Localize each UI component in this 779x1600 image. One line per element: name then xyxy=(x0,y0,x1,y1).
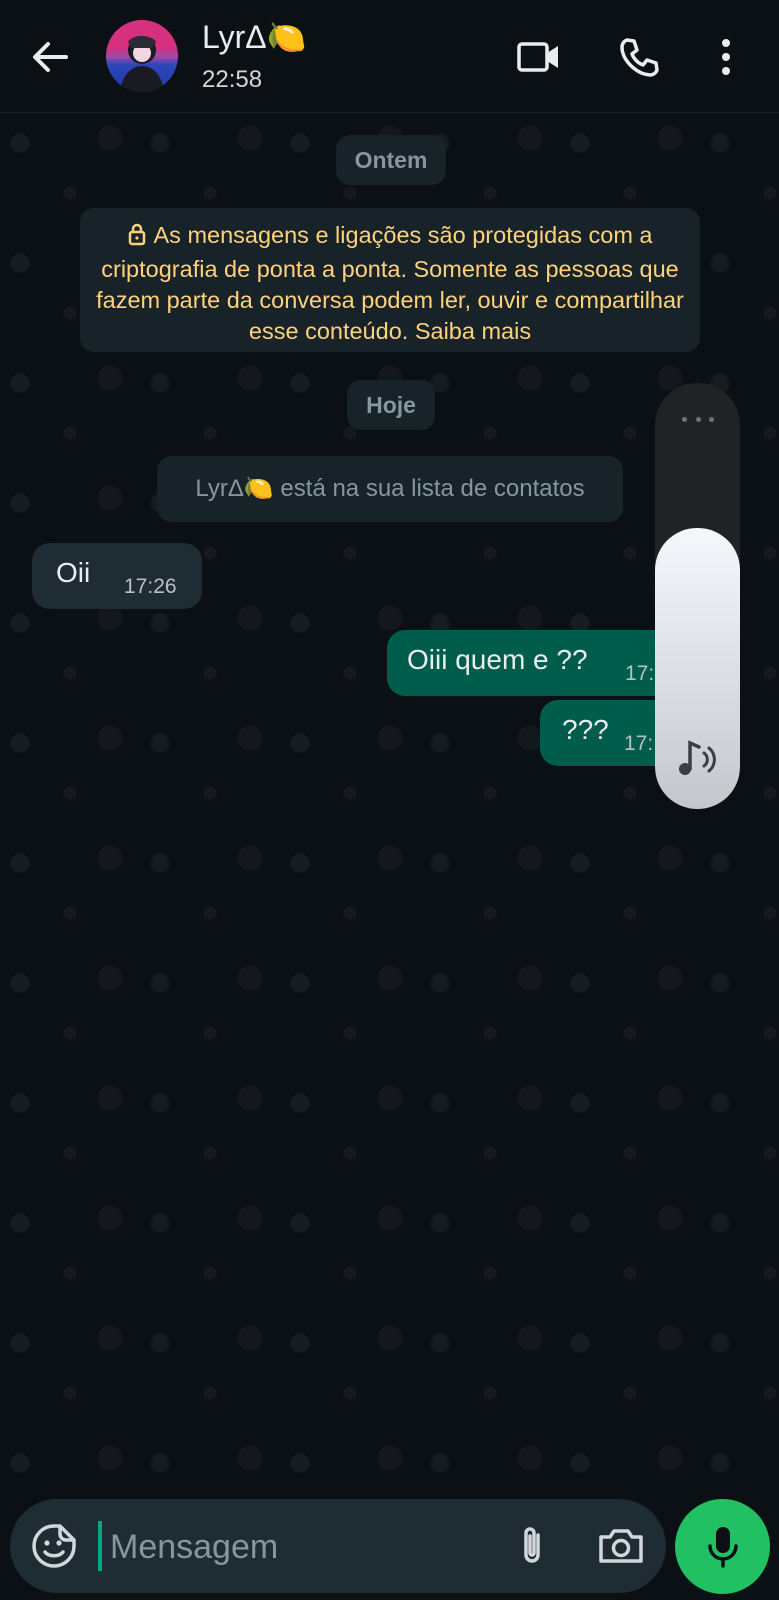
microphone-button[interactable] xyxy=(675,1499,770,1594)
contact-notice-text: está na sua lista de contatos xyxy=(280,475,585,502)
attach-paperclip-icon xyxy=(524,1527,540,1563)
message-time: 17: xyxy=(625,662,655,685)
encryption-notice-text: As mensagens e ligações são protegidas c… xyxy=(96,222,684,344)
music-volume-icon xyxy=(675,738,721,783)
message-time: 17:26 xyxy=(124,575,177,598)
attach-button[interactable] xyxy=(508,1521,558,1571)
date-divider-today: Hoje xyxy=(347,380,435,430)
contact-list-notice: LyrΔ🍋 está na sua lista de contatos xyxy=(157,456,623,522)
more-options-button[interactable] xyxy=(706,30,746,84)
sticker-emoji-icon xyxy=(32,1524,76,1568)
message-bubble-incoming[interactable]: Oii 17:26 xyxy=(32,543,202,609)
contact-status: 22:58 xyxy=(202,66,263,93)
contact-name[interactable]: LyrΔ🍋 xyxy=(202,18,306,56)
video-call-icon xyxy=(517,42,558,72)
contact-avatar[interactable] xyxy=(106,20,178,92)
contact-notice-name: LyrΔ xyxy=(195,475,244,502)
volume-slider[interactable] xyxy=(655,383,740,809)
contact-emoji: 🍋 xyxy=(266,19,307,55)
voice-call-button[interactable] xyxy=(612,30,666,84)
video-call-button[interactable] xyxy=(512,30,566,84)
microphone-icon xyxy=(707,1526,738,1568)
message-composer xyxy=(10,1499,666,1593)
date-divider-yesterday: Ontem xyxy=(336,135,446,185)
phone-call-icon xyxy=(620,38,659,77)
message-time: 17: xyxy=(624,732,654,755)
camera-icon xyxy=(599,1529,643,1563)
volume-more-dots[interactable] xyxy=(682,417,714,423)
back-arrow-icon[interactable] xyxy=(28,35,72,79)
more-options-icon xyxy=(722,39,730,75)
contact-notice-emoji: 🍋 xyxy=(243,475,274,502)
encryption-notice[interactable]: As mensagens e ligações são protegidas c… xyxy=(80,208,700,352)
message-input[interactable] xyxy=(108,1519,492,1575)
message-text: ??? xyxy=(562,714,609,745)
camera-button[interactable] xyxy=(595,1521,647,1571)
contact-name-text: LyrΔ xyxy=(202,19,267,55)
chat-header: LyrΔ🍋 22:58 xyxy=(0,0,779,113)
text-caret xyxy=(98,1521,102,1571)
sticker-emoji-button[interactable] xyxy=(30,1522,78,1570)
message-text: Oii xyxy=(56,557,91,588)
volume-level-fill[interactable] xyxy=(655,528,740,809)
message-text: Oiii quem e ?? xyxy=(407,644,588,675)
lock-icon xyxy=(127,222,147,254)
